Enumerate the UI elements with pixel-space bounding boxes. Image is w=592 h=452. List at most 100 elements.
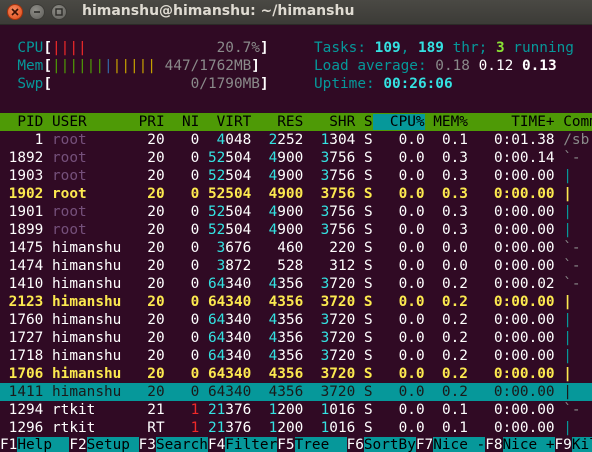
fkey-label-f3[interactable]: Search xyxy=(155,437,208,452)
cpu-cell: 0.0 xyxy=(372,168,425,184)
process-table-header[interactable]: PID USER PRI NI VIRT RES SHR S CPU% MEM%… xyxy=(0,113,592,131)
time-cell: 0:00.00 xyxy=(467,366,555,382)
time-cell: 0:00.00 xyxy=(467,204,555,220)
process-row[interactable]: 2123 himanshu 20 0 64340 4356 3720 S 0.0… xyxy=(0,293,592,311)
mem-cell: 0.3 xyxy=(424,186,468,202)
shr-cell: 3720 xyxy=(303,384,356,400)
fkey-label-f5[interactable]: Tree xyxy=(294,437,347,452)
virt-cell: 3872 xyxy=(216,258,252,274)
process-row[interactable]: 1727 himanshu 20 0 64340 4356 3720 S 0.0… xyxy=(0,329,592,347)
column-header-cpu[interactable]: CPU% xyxy=(372,114,425,130)
res-cell: 4356 xyxy=(251,294,304,310)
virt-cell: 52504 xyxy=(207,222,252,238)
close-window-button[interactable] xyxy=(7,4,23,20)
process-row[interactable]: 1296 rtkit RT 1 21376 1200 1016 S 0.0 0.… xyxy=(0,419,592,437)
column-header-virt[interactable]: VIRT xyxy=(199,114,252,130)
process-row[interactable]: 1902 root 20 0 52504 4900 3756 S 0.0 0.3… xyxy=(0,185,592,203)
time-cell: 0:00.00 xyxy=(467,402,555,418)
fkey-f8[interactable]: F8 xyxy=(485,437,503,452)
column-header-command[interactable]: Command xyxy=(563,114,592,130)
column-header-mem[interactable]: MEM% xyxy=(425,114,468,130)
process-row[interactable]: 1718 himanshu 20 0 64340 4356 3720 S 0.0… xyxy=(0,347,592,365)
priority-cell: 20 xyxy=(129,168,165,184)
fkey-f5[interactable]: F5 xyxy=(277,437,295,452)
window-titlebar[interactable]: himanshu@himanshu: ~/himanshu xyxy=(0,0,592,25)
process-row[interactable]: 1 root 20 0 4048 2252 1304 S 0.0 0.1 0:0… xyxy=(0,131,592,149)
user-cell: himanshu xyxy=(52,348,130,364)
pid-cell: 1 xyxy=(0,132,44,148)
fkey-label-f7[interactable]: Nice - xyxy=(433,437,486,452)
priority-cell: 20 xyxy=(129,384,165,400)
shr-cell: 3720 xyxy=(320,348,356,364)
column-header-shr[interactable]: SHR xyxy=(303,114,355,130)
time-cell: 0:00.00 xyxy=(467,312,555,328)
maximize-window-button[interactable] xyxy=(51,4,67,20)
column-header-ni[interactable]: NI xyxy=(165,114,199,130)
shr-cell: 3720 xyxy=(303,366,356,382)
priority-cell: 20 xyxy=(129,348,165,364)
mem-bar-used: |||||| xyxy=(52,58,104,74)
shr-cell: 3756 xyxy=(320,150,356,166)
fkey-label-f8[interactable]: Nice + xyxy=(502,437,555,452)
column-header-pid[interactable]: PID xyxy=(0,114,43,130)
process-row[interactable]: 1706 himanshu 20 0 64340 4356 3720 S 0.0… xyxy=(0,365,592,383)
fkey-label-f2[interactable]: Setup xyxy=(86,437,139,452)
column-header-s[interactable]: S xyxy=(364,114,373,130)
fkey-f6[interactable]: F6 xyxy=(346,437,364,452)
priority-cell: 20 xyxy=(129,240,165,256)
pid-cell: 1410 xyxy=(0,276,44,292)
column-header-user[interactable]: USER xyxy=(52,114,130,130)
state-cell: S xyxy=(363,186,373,202)
column-header-res[interactable]: RES xyxy=(251,114,303,130)
shr-cell: 3756 xyxy=(303,186,356,202)
fkey-f4[interactable]: F4 xyxy=(207,437,226,452)
column-header-pri[interactable]: PRI xyxy=(130,114,165,130)
process-row[interactable]: 1411 himanshu 20 0 64340 4356 3720 S 0.0… xyxy=(0,383,592,401)
virt-cell: 21376 xyxy=(207,402,252,418)
fkey-f9[interactable]: F9 xyxy=(554,437,572,452)
command-cell: | xyxy=(563,294,572,310)
shr-cell: 3756 xyxy=(320,168,356,184)
fkey-f7[interactable]: F7 xyxy=(415,437,434,452)
process-row[interactable]: 1899 root 20 0 52504 4900 3756 S 0.0 0.3… xyxy=(0,221,592,239)
process-row[interactable]: 1903 root 20 0 52504 4900 3756 S 0.0 0.3… xyxy=(0,167,592,185)
res-cell: 4900 xyxy=(268,150,304,166)
process-row[interactable]: 1294 rtkit 21 1 21376 1200 1016 S 0.0 0.… xyxy=(0,401,592,419)
fkey-label-f9[interactable]: Kill xyxy=(571,437,592,452)
shr-cell: 1016 xyxy=(320,402,356,418)
cpu-cell: 0.0 xyxy=(372,366,425,382)
virt-cell: 52504 xyxy=(199,186,252,202)
fkey-f1[interactable]: F1 xyxy=(0,437,18,452)
shr-cell: 1304 xyxy=(320,132,356,148)
fkey-f2[interactable]: F2 xyxy=(69,437,87,452)
process-row[interactable]: 1892 root 20 0 52504 4900 3756 S 0.0 0.3… xyxy=(0,149,592,167)
res-cell: 4356 xyxy=(268,312,304,328)
time-cell: 0:01.38 xyxy=(467,132,555,148)
state-cell: S xyxy=(363,276,373,292)
user-cell: himanshu xyxy=(52,384,130,400)
terminal-area[interactable]: CPU[|||| 20.7%] Mem[|||||||||||| 447/176… xyxy=(0,24,592,452)
command-cell: `- xyxy=(563,276,581,292)
state-cell: S xyxy=(363,204,373,220)
fkey-label-f1[interactable]: Help xyxy=(17,437,70,452)
time-cell: 0:00.00 xyxy=(467,240,555,256)
process-row[interactable]: 1474 himanshu 20 0 3872 528 312 S 0.0 0.… xyxy=(0,257,592,275)
nice-cell: 0 xyxy=(164,384,200,400)
res-cell: 4356 xyxy=(268,330,304,346)
fkey-f3[interactable]: F3 xyxy=(138,437,156,452)
process-row[interactable]: 1901 root 20 0 52504 4900 3756 S 0.0 0.3… xyxy=(0,203,592,221)
pid-cell: 1902 xyxy=(0,186,44,202)
pid-cell: 1899 xyxy=(0,222,44,238)
fkey-label-f4[interactable]: Filter xyxy=(225,437,278,452)
command-cell: | xyxy=(563,168,572,184)
column-header-time[interactable]: TIME+ xyxy=(468,114,554,130)
priority-cell: RT xyxy=(129,420,165,436)
maximize-icon xyxy=(55,8,63,16)
process-row[interactable]: 1475 himanshu 20 0 3676 460 220 S 0.0 0.… xyxy=(0,239,592,257)
command-cell: `- xyxy=(563,150,581,166)
process-row[interactable]: 1410 himanshu 20 0 64340 4356 3720 S 0.0… xyxy=(0,275,592,293)
process-row[interactable]: 1760 himanshu 20 0 64340 4356 3720 S 0.0… xyxy=(0,311,592,329)
minimize-window-button[interactable] xyxy=(29,4,45,20)
fkey-label-f6[interactable]: SortBy xyxy=(363,437,416,452)
nice-cell: 0 xyxy=(164,168,200,184)
